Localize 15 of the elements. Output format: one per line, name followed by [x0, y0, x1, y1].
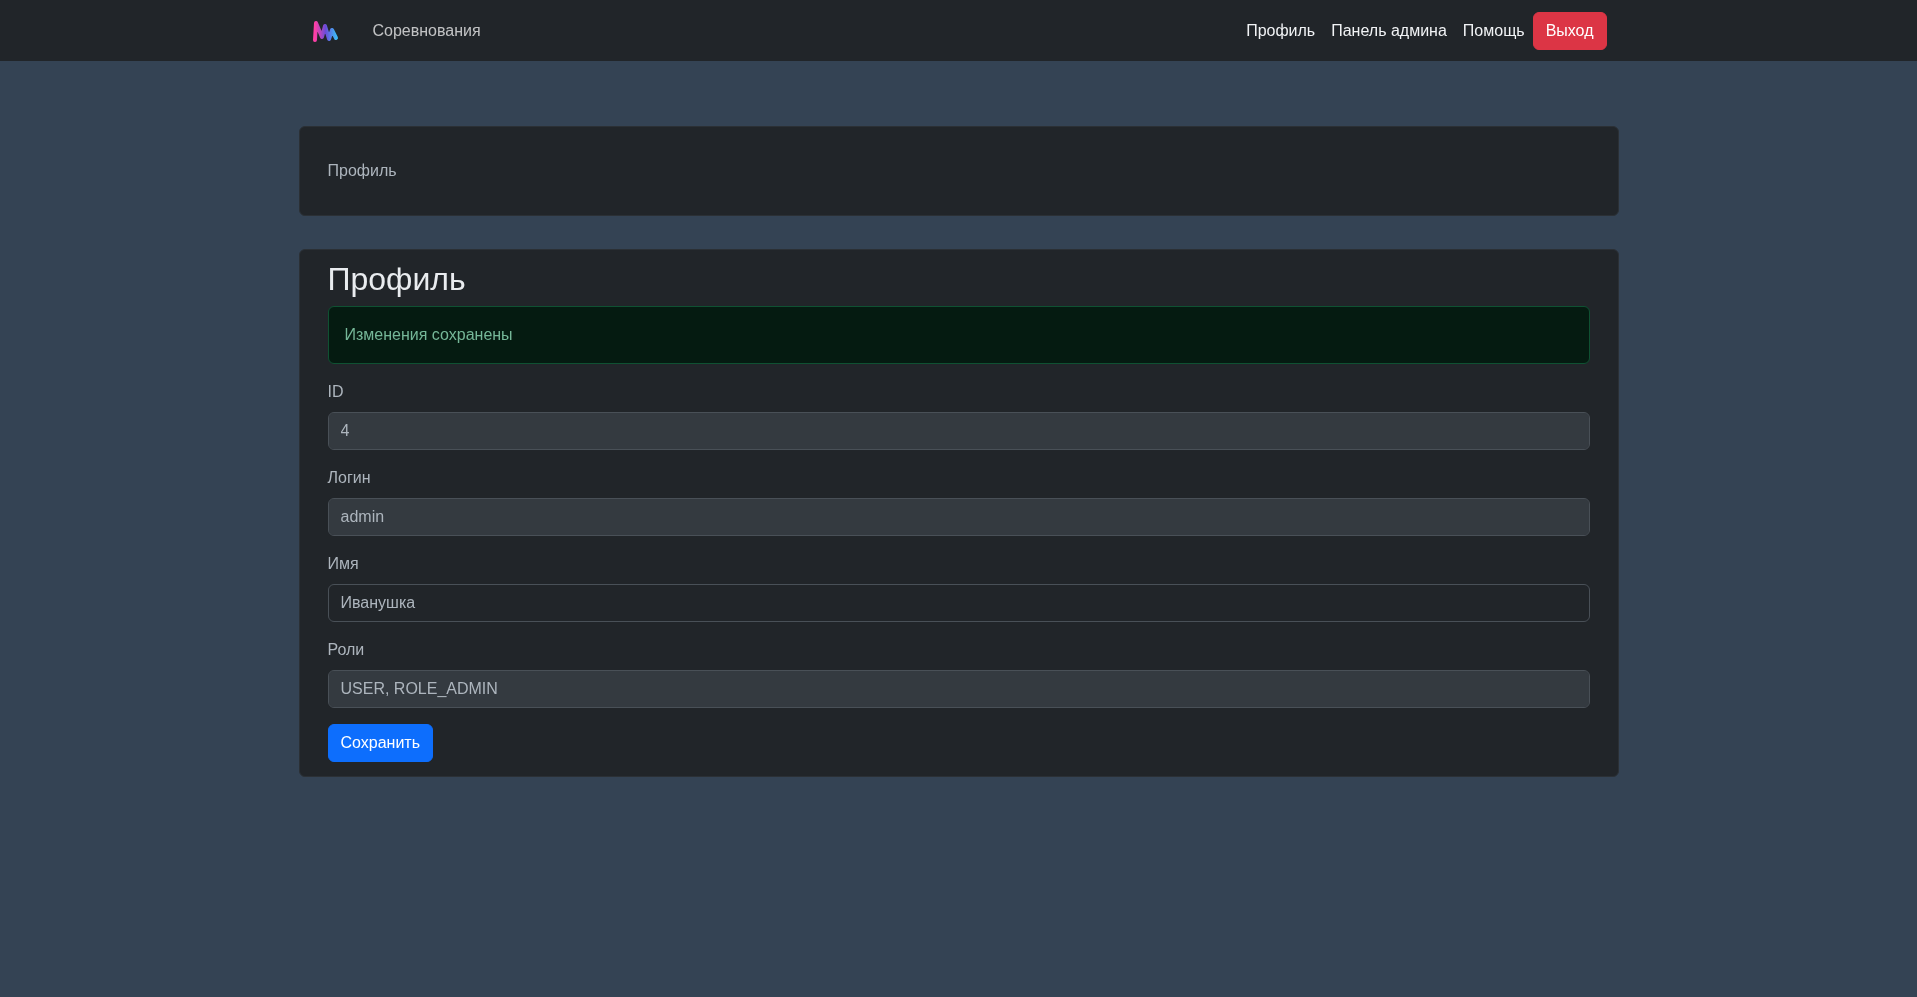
brand-link[interactable]: Соревнования — [372, 18, 481, 43]
success-alert: Изменения сохранены — [327, 306, 1590, 365]
page-heading: Профиль — [327, 162, 397, 179]
field-label: ID — [327, 382, 344, 403]
save-button[interactable]: Сохранить — [327, 724, 433, 763]
field-label: Роли — [327, 640, 365, 661]
profile-title: Профиль — [327, 260, 467, 299]
field-label: Логин — [327, 468, 371, 489]
nav-link[interactable]: Профиль — [1246, 18, 1316, 43]
input-field[interactable]: Иванушка — [327, 584, 1590, 623]
nav-link[interactable]: Панель админа — [1331, 18, 1447, 43]
logout-button[interactable]: Выход — [1532, 11, 1607, 50]
nav-link[interactable]: Помощь — [1462, 18, 1525, 43]
field-label: Имя — [327, 554, 359, 575]
logo-icon[interactable] — [310, 18, 339, 43]
